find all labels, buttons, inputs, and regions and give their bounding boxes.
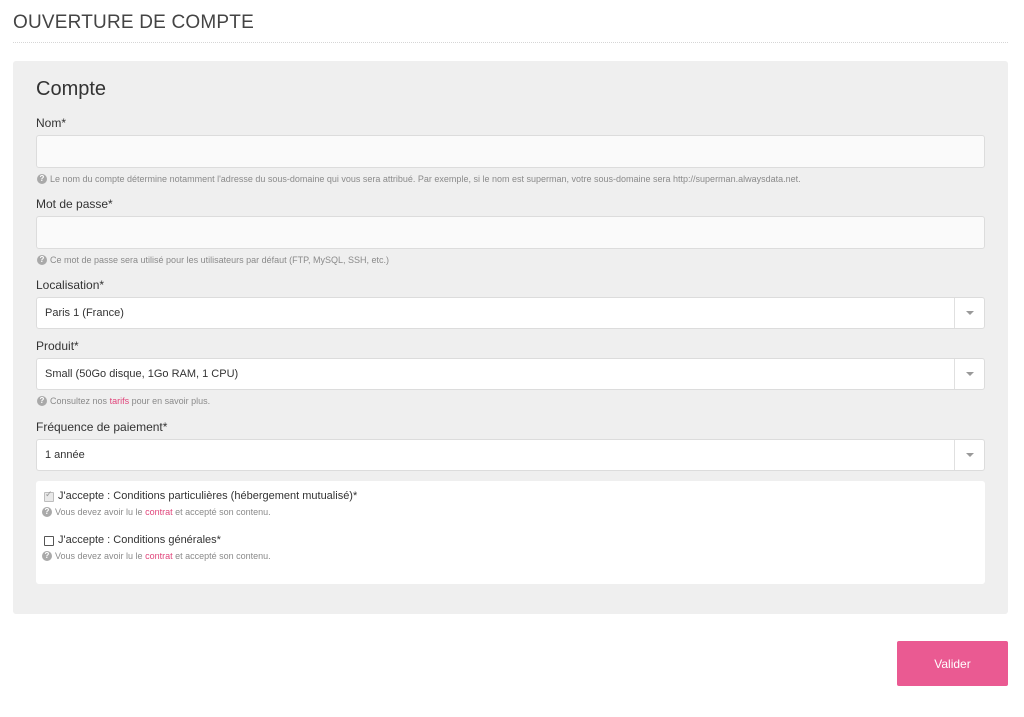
password-help-text: Ce mot de passe sera utilisé pour les ut…	[50, 255, 389, 265]
special-terms-help-after: et accepté son contenu.	[175, 507, 271, 517]
general-terms-help-after: et accepté son contenu.	[175, 551, 271, 561]
password-label: Mot de passe*	[36, 197, 113, 211]
question-circle-icon: ?	[37, 396, 47, 406]
product-label: Produit*	[36, 339, 79, 353]
location-label: Localisation*	[36, 278, 105, 292]
caret-down-icon[interactable]	[954, 359, 984, 389]
password-input[interactable]	[36, 216, 985, 249]
product-selected-value: Small (50Go disque, 1Go RAM, 1 CPU)	[45, 368, 239, 380]
name-label: Nom*	[36, 116, 67, 130]
special-contract-link[interactable]: contrat	[145, 507, 173, 517]
question-circle-icon: ?	[37, 255, 47, 265]
frequency-label: Fréquence de paiement*	[36, 420, 168, 434]
terms-box: J'accepte : Conditions particulières (hé…	[36, 481, 985, 584]
special-terms-checkbox[interactable]	[44, 490, 54, 502]
general-terms-checkbox[interactable]	[44, 536, 54, 546]
frequency-select[interactable]: 1 année	[36, 439, 985, 471]
account-form-panel: Compte Nom* ? Le nom du compte détermine…	[13, 61, 1008, 614]
special-terms-help: ? Vous devez avoir lu le contrat et acce…	[42, 507, 271, 517]
caret-down-icon[interactable]	[954, 440, 984, 470]
name-help: ? Le nom du compte détermine notamment l…	[37, 174, 801, 184]
submit-button[interactable]: Valider	[897, 641, 1008, 686]
product-help-before: Consultez nos	[50, 396, 108, 406]
general-terms-help-before: Vous devez avoir lu le	[55, 551, 143, 561]
product-select[interactable]: Small (50Go disque, 1Go RAM, 1 CPU)	[36, 358, 985, 390]
name-input[interactable]	[36, 135, 985, 168]
general-contract-link[interactable]: contrat	[145, 551, 173, 561]
general-terms-help: ? Vous devez avoir lu le contrat et acce…	[42, 551, 271, 561]
page-title: OUVERTURE DE COMPTE	[13, 12, 254, 33]
frequency-selected-value: 1 année	[45, 449, 85, 461]
pricing-link[interactable]: tarifs	[110, 396, 130, 406]
caret-down-icon[interactable]	[954, 298, 984, 328]
special-terms-help-before: Vous devez avoir lu le	[55, 507, 143, 517]
name-help-text: Le nom du compte détermine notamment l'a…	[50, 174, 801, 184]
section-title: Compte	[36, 78, 107, 100]
product-help: ? Consultez nos tarifs pour en savoir pl…	[37, 396, 210, 406]
password-help: ? Ce mot de passe sera utilisé pour les …	[37, 255, 389, 265]
special-terms-label[interactable]: J'accepte : Conditions particulières (hé…	[58, 490, 357, 502]
question-circle-icon: ?	[42, 507, 52, 517]
product-help-after: pour en savoir plus.	[131, 396, 211, 406]
question-circle-icon: ?	[42, 551, 52, 561]
question-circle-icon: ?	[37, 174, 47, 184]
title-divider	[13, 42, 1008, 43]
general-terms-label[interactable]: J'accepte : Conditions générales*	[58, 534, 221, 546]
location-selected-value: Paris 1 (France)	[45, 307, 124, 319]
location-select[interactable]: Paris 1 (France)	[36, 297, 985, 329]
